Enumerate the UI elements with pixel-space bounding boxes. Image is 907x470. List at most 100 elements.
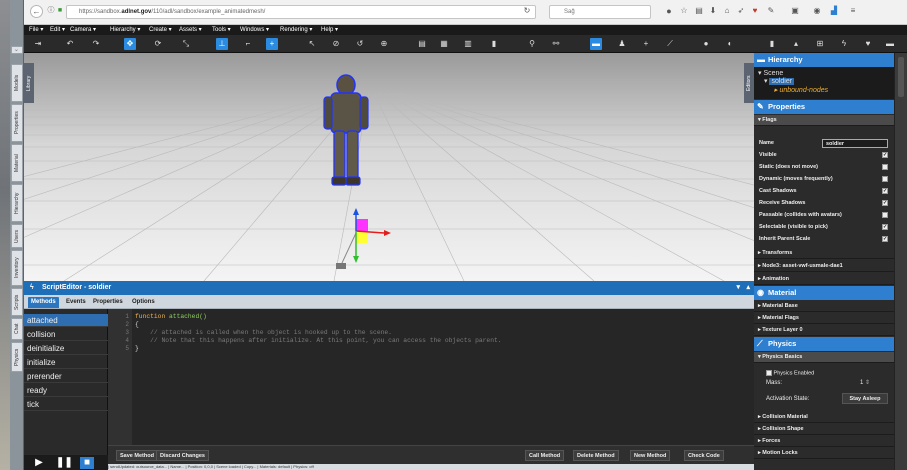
menu-camera[interactable]: Camera ▾ (70, 26, 96, 33)
pocket-icon[interactable]: ● (664, 6, 674, 16)
home-icon[interactable]: ⌂ (722, 6, 732, 16)
receive-shadows-checkbox[interactable]: ✓ (882, 200, 888, 206)
pause-icon[interactable]: ❚❚ (56, 457, 73, 469)
side-tab-models[interactable]: Models (11, 64, 23, 102)
tree-node-scene[interactable]: ▾ Scene (758, 69, 783, 77)
menu-create[interactable]: Create ▾ (149, 26, 172, 33)
menu-edit[interactable]: Edit ▾ (50, 26, 65, 33)
link-icon[interactable]: ⚲ (526, 38, 538, 50)
tree-node-unbound[interactable]: ▸ unbound-nodes (774, 86, 828, 94)
tab-properties[interactable]: Properties (90, 297, 126, 308)
check-code-button[interactable]: Check Code (684, 450, 724, 461)
send-icon[interactable]: ➶ (736, 6, 746, 16)
method-ready[interactable]: ready (24, 384, 108, 397)
side-tab-hierarchy[interactable]: Hierarchy (11, 184, 23, 222)
inherit-scale-checkbox[interactable]: ✓ (882, 236, 888, 242)
flag-icon[interactable]: ▮ (766, 38, 778, 50)
side-tab-properties[interactable]: Properties (11, 104, 23, 142)
addon-icon[interactable]: ♥ (750, 6, 760, 16)
tab-options[interactable]: Options (129, 297, 158, 308)
properties-header[interactable]: ✎ Properties (754, 100, 894, 114)
menu-assets[interactable]: Assets ▾ (179, 26, 202, 33)
puzzle-icon[interactable]: ▟ (829, 6, 839, 16)
menu-rendering[interactable]: Rendering ▾ (280, 26, 312, 33)
palette-icon[interactable]: ◐ (724, 38, 736, 50)
cast-shadows-checkbox[interactable]: ✓ (882, 188, 888, 194)
physics-basics-section[interactable]: ▾ Physics Basics (754, 352, 894, 363)
passable-checkbox[interactable] (882, 212, 888, 218)
bolt-icon[interactable]: ϟ (838, 38, 850, 50)
extension-icon[interactable]: ◉ (812, 6, 822, 16)
heart-icon[interactable]: ♥ (862, 38, 874, 50)
star-icon[interactable]: ☆ (679, 6, 689, 16)
target-icon[interactable]: ⊕ (378, 38, 390, 50)
unlink-icon[interactable]: ⚯ (550, 38, 562, 50)
collapse-icon[interactable]: ▾ (736, 281, 740, 295)
physics-header[interactable]: ⟋ Physics (754, 337, 894, 351)
method-deinitialize[interactable]: deinitialize (24, 342, 108, 355)
call-method-button[interactable]: Call Method (525, 450, 565, 461)
collision-material-section[interactable]: ▸ Collision Material (754, 412, 894, 423)
delete-method-button[interactable]: Delete Method (573, 450, 619, 461)
side-tab-material[interactable]: Material (11, 144, 23, 182)
menu-tools[interactable]: Tools ▾ (212, 26, 231, 33)
method-attached[interactable]: attached (24, 314, 108, 327)
method-prerender[interactable]: prerender (24, 370, 108, 383)
rotate-tool-icon[interactable]: ⟳ (152, 38, 164, 50)
side-tab-physics[interactable]: Physics (11, 342, 23, 372)
method-initialize[interactable]: initialize (24, 356, 108, 369)
dynamic-checkbox[interactable] (882, 176, 888, 182)
texture-layer-section[interactable]: ▸ Texture Layer 0 (754, 325, 894, 336)
side-tab-inventory[interactable]: Inventory (11, 250, 23, 286)
add-icon[interactable]: + (266, 38, 278, 50)
forces-section[interactable]: ▸ Forces (754, 436, 894, 447)
url-bar[interactable]: https://sandbox.adlnet.gov/110/adl/sandb… (66, 5, 536, 19)
tree-node-soldier[interactable]: ▾ soldier (764, 77, 795, 85)
walk-icon[interactable]: ↺ (354, 38, 366, 50)
snap-icon[interactable]: ⌐ (242, 38, 254, 50)
soldier-model[interactable] (323, 74, 369, 186)
side-tab-scripts[interactable]: Scripts (11, 288, 23, 316)
hierarchy-header[interactable]: ▬ Hierarchy (754, 53, 894, 67)
stop-icon[interactable]: ■ (80, 457, 94, 469)
download-icon[interactable]: ⬇ (708, 6, 718, 16)
logout-icon[interactable]: ⇥ (32, 38, 44, 50)
material-flags-section[interactable]: ▸ Material Flags (754, 313, 894, 324)
discard-changes-button[interactable]: Discard Changes (156, 450, 209, 461)
new-method-button[interactable]: New Method (630, 450, 671, 461)
save-method-button[interactable]: Save Method (116, 450, 158, 461)
material-base-section[interactable]: ▸ Material Base (754, 301, 894, 312)
delete-icon[interactable]: ▮ (488, 38, 500, 50)
side-tab-users[interactable]: Users (11, 224, 23, 248)
undo-icon[interactable]: ↶ (64, 38, 76, 50)
method-tick[interactable]: tick (24, 398, 108, 411)
menu-file[interactable]: File ▾ (29, 26, 43, 33)
search-bar[interactable]: Sağ (549, 5, 651, 19)
3d-viewport[interactable]: Library Editors (24, 53, 754, 281)
copy-icon[interactable]: ▤ (416, 38, 428, 50)
code-editor[interactable]: function attached() { // attached is cal… (132, 309, 754, 445)
move-tool-icon[interactable]: ✥ (124, 38, 136, 50)
car-icon[interactable]: ▬ (884, 38, 896, 50)
node-section[interactable]: ▸ Node3: asset-vwf-usmale-dae1 (754, 261, 894, 272)
library-tab[interactable]: Library (24, 63, 34, 103)
lightbulb-icon[interactable]: ▴ (790, 38, 802, 50)
grid-icon[interactable]: ⊞ (814, 38, 826, 50)
side-tab-chat[interactable]: Chat (11, 318, 23, 340)
brush-icon[interactable]: ⟋ (664, 38, 676, 50)
paste-icon[interactable]: ▦ (438, 38, 450, 50)
pencil-icon[interactable]: ✎ (766, 6, 776, 16)
library-icon[interactable]: ▤ (694, 6, 704, 16)
screenshot-icon[interactable]: ▣ (790, 6, 800, 16)
activation-select[interactable]: Stay Asleep (842, 393, 888, 404)
sphere-icon[interactable]: ● (700, 38, 712, 50)
collapse-icon[interactable]: ‹ (11, 46, 23, 54)
static-checkbox[interactable] (882, 164, 888, 170)
user-icon[interactable]: ♟ (616, 38, 628, 50)
menu-help[interactable]: Help ▾ (321, 26, 338, 33)
animation-section[interactable]: ▸ Animation (754, 274, 894, 285)
focus-icon[interactable]: ⊘ (330, 38, 342, 50)
select-cursor-icon[interactable]: ↖ (306, 38, 318, 50)
local-space-icon[interactable]: ⊥ (216, 38, 228, 50)
crosshair-icon[interactable]: + (640, 38, 652, 50)
